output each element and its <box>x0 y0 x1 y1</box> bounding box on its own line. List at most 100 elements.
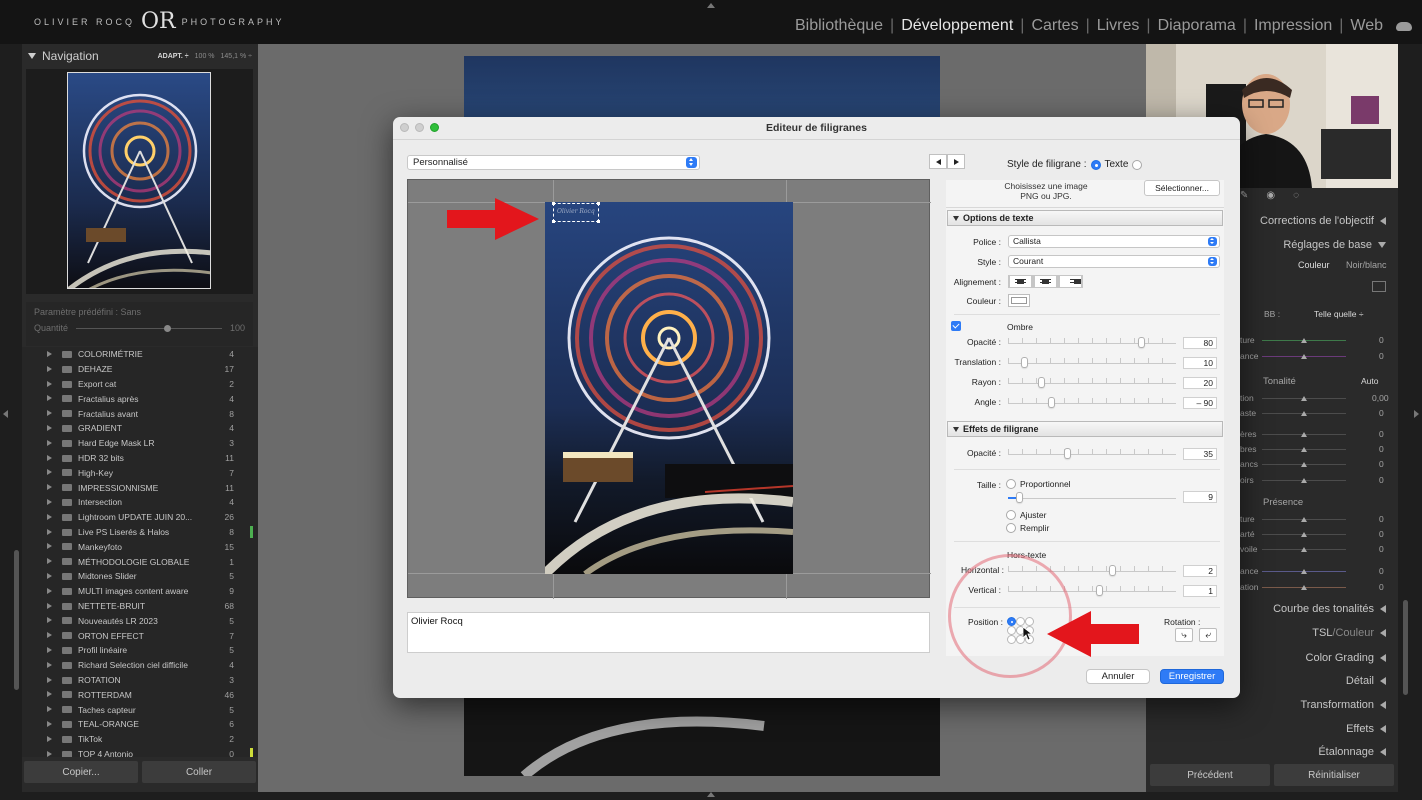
expand-icon[interactable] <box>47 617 52 624</box>
module-book[interactable]: Livres <box>1090 17 1147 35</box>
expand-icon[interactable] <box>47 602 52 609</box>
preset-folder-row[interactable]: Live PS Liserés & Halos 8 <box>22 525 258 540</box>
vertical-knob[interactable] <box>1096 585 1103 596</box>
shadow-offset-value[interactable]: 10 <box>1183 357 1217 369</box>
expand-icon[interactable] <box>47 454 52 461</box>
shadow-angle-slider[interactable] <box>1008 403 1176 404</box>
size-slider[interactable] <box>1008 498 1176 499</box>
minimize-window-icon[interactable] <box>415 123 424 132</box>
style-select[interactable]: Courant <box>1008 255 1220 268</box>
module-web[interactable]: Web <box>1343 17 1390 35</box>
font-select[interactable]: Callista <box>1008 235 1220 248</box>
module-map[interactable]: Cartes <box>1024 17 1085 35</box>
section-tone-curve[interactable]: Courbe des tonalités <box>1273 603 1386 615</box>
expand-icon[interactable] <box>47 498 52 505</box>
expand-icon[interactable] <box>47 513 52 520</box>
preset-folder-row[interactable]: IMPRESSIONNISME 11 <box>22 480 258 495</box>
previous-button[interactable]: Précédent <box>1150 764 1270 786</box>
module-slideshow[interactable]: Diaporama <box>1151 17 1243 35</box>
collapse-bottom-icon[interactable] <box>707 792 715 797</box>
expand-icon[interactable] <box>47 410 52 417</box>
preset-folder-row[interactable]: DEHAZE 17 <box>22 362 258 377</box>
section-calibration[interactable]: Étalonnage <box>1318 746 1386 758</box>
size-fill-radio[interactable] <box>1006 523 1016 533</box>
tone-auto-button[interactable]: Auto <box>1361 376 1379 386</box>
zoom-100[interactable]: 100 % <box>195 53 215 60</box>
section-color-grading[interactable]: Color Grading <box>1306 652 1386 664</box>
horizontal-value[interactable]: 2 <box>1183 565 1217 577</box>
zoom-fit[interactable]: ADAPT. ÷ <box>158 53 189 60</box>
shadow-opacity-knob[interactable] <box>1138 337 1145 348</box>
align-right-button[interactable] <box>1058 275 1083 288</box>
expand-icon[interactable] <box>47 351 52 357</box>
shadow-checkbox[interactable] <box>951 321 961 331</box>
preset-folder-row[interactable]: Richard Selection ciel difficile 4 <box>22 658 258 673</box>
size-fit-radio[interactable] <box>1006 510 1016 520</box>
dialog-titlebar[interactable]: Editeur de filigranes <box>393 117 1240 139</box>
watermark-preset-select[interactable]: Personnalisé <box>407 155 700 170</box>
collapse-right-icon[interactable] <box>1414 410 1419 418</box>
style-graphic-radio[interactable] <box>1132 159 1143 170</box>
crop-tool-icon[interactable]: ✎ <box>1240 190 1248 201</box>
navigator-thumbnail[interactable] <box>67 72 211 289</box>
expand-icon[interactable] <box>47 365 52 372</box>
rotate-left-button[interactable]: ⤷ <box>1175 628 1193 642</box>
mask-tool-icon[interactable]: ◌ <box>1293 190 1299 201</box>
preset-folder-row[interactable]: Fractalius avant 8 <box>22 406 258 421</box>
preset-folder-row[interactable]: High-Key 7 <box>22 465 258 480</box>
effects-opacity-value[interactable]: 35 <box>1183 448 1217 460</box>
vertical-value[interactable]: 1 <box>1183 585 1217 597</box>
effects-opacity-slider[interactable] <box>1008 454 1176 455</box>
preset-folder-row[interactable]: Hard Edge Mask LR 3 <box>22 436 258 451</box>
expand-icon[interactable] <box>47 632 52 639</box>
section-detail[interactable]: Détail <box>1346 675 1386 687</box>
horizontal-knob[interactable] <box>1109 565 1116 576</box>
expand-icon[interactable] <box>47 706 52 713</box>
preset-folder-row[interactable]: GRADIENT 4 <box>22 421 258 436</box>
expand-icon[interactable] <box>47 543 52 550</box>
reset-button[interactable]: Réinitialiser <box>1274 764 1394 786</box>
section-transform[interactable]: Transformation <box>1300 699 1386 711</box>
left-scrollbar[interactable] <box>14 550 19 690</box>
paste-button[interactable]: Coller <box>142 761 256 783</box>
expand-icon[interactable] <box>47 558 52 565</box>
select-image-button[interactable]: Sélectionner... <box>1144 180 1220 196</box>
module-develop[interactable]: Développement <box>894 17 1020 35</box>
expand-icon[interactable] <box>47 380 52 387</box>
module-library[interactable]: Bibliothèque <box>788 17 890 35</box>
shadow-offset-slider[interactable] <box>1008 363 1176 364</box>
size-fill-option[interactable]: Remplir <box>1006 523 1049 533</box>
preset-folder-row[interactable]: Lightroom UPDATE JUIN 20... 26 <box>22 510 258 525</box>
treatment-bw[interactable]: Noir/blanc <box>1346 260 1387 270</box>
cloud-icon[interactable] <box>1396 21 1412 31</box>
redeye-tool-icon[interactable]: ◉ <box>1266 190 1275 201</box>
expand-icon[interactable] <box>47 661 52 668</box>
zoom-window-icon[interactable] <box>430 123 439 132</box>
preset-folder-row[interactable]: MÉTHODOLOGIE GLOBALE 1 <box>22 554 258 569</box>
size-knob[interactable] <box>1016 492 1023 503</box>
shadow-radius-value[interactable]: 20 <box>1183 377 1217 389</box>
shadow-angle-knob[interactable] <box>1048 397 1055 408</box>
zoom-145[interactable]: 145,1 % ÷ <box>221 53 252 60</box>
navigator-header[interactable]: Navigation ADAPT. ÷ 100 % 145,1 % ÷ <box>22 44 258 68</box>
watermark-preview[interactable]: Olivier Rocq <box>407 179 931 599</box>
style-text-radio[interactable] <box>1090 159 1101 170</box>
expand-icon[interactable] <box>47 750 52 757</box>
expand-icon[interactable] <box>47 424 52 431</box>
expand-icon[interactable] <box>47 691 52 698</box>
expand-icon[interactable] <box>47 720 52 727</box>
section-effects[interactable]: Effets <box>1346 723 1386 735</box>
right-scrollbar[interactable] <box>1403 600 1408 695</box>
size-value[interactable]: 9 <box>1183 491 1217 503</box>
next-image-button[interactable] <box>947 154 965 169</box>
preset-folder-row[interactable]: Profil linéaire 5 <box>22 643 258 658</box>
expand-icon[interactable] <box>47 587 52 594</box>
shadow-radius-knob[interactable] <box>1038 377 1045 388</box>
shadow-angle-value[interactable]: – 90 <box>1183 397 1217 409</box>
section-hsl[interactable]: TSL/Couleur <box>1312 627 1386 639</box>
section-lens-corrections[interactable]: Corrections de l'objectif <box>1260 215 1386 227</box>
preset-folder-row[interactable]: TOP 4 Antonio 0 <box>22 747 258 757</box>
cancel-button[interactable]: Annuler <box>1086 669 1150 684</box>
text-options-header[interactable]: Options de texte <box>947 210 1223 226</box>
navigator-preview[interactable] <box>26 69 253 294</box>
